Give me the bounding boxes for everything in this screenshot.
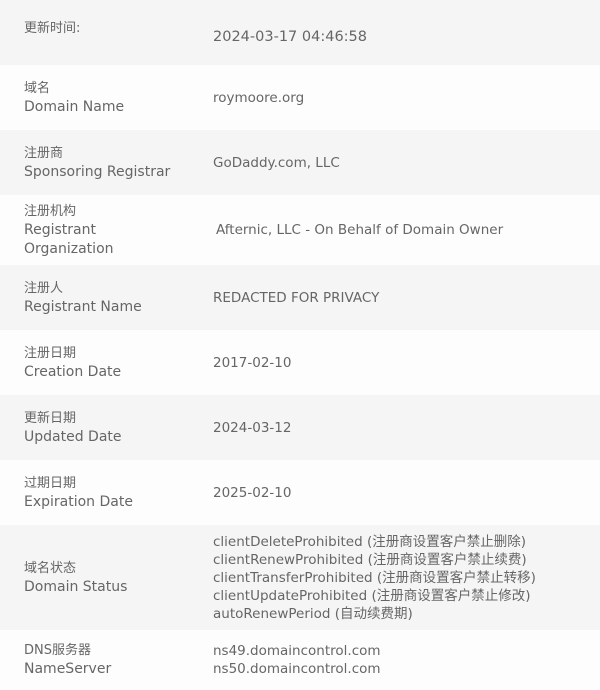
field-label: 过期日期 Expiration Date bbox=[24, 474, 213, 512]
row-expiration-date: 过期日期 Expiration Date 2025-02-10 bbox=[0, 460, 600, 525]
field-label: 注册日期 Creation Date bbox=[24, 344, 213, 382]
label-en: Domain Name bbox=[24, 98, 125, 115]
field-value: 2024-03-17 04:46:58 bbox=[213, 28, 367, 46]
value-line: clientUpdateProhibited (注册商设置客户禁止修改) bbox=[213, 587, 531, 604]
value-line: GoDaddy.com, LLC bbox=[213, 154, 340, 171]
field-value: Afternic, LLC - On Behalf of Domain Owne… bbox=[216, 221, 503, 239]
row-name-server: DNS服务器 NameServer ns49.domaincontrol.com ns… bbox=[0, 630, 600, 690]
label-en: Registrant Organization bbox=[24, 221, 114, 257]
row-registrant-name: 注册人 Registrant Name REDACTED FOR PRIVACY bbox=[0, 265, 600, 330]
field-label: 更新日期 Updated Date bbox=[24, 409, 213, 447]
whois-table: 更新时间: 2024-03-17 04:46:58 域名 Domain Name roy… bbox=[0, 0, 600, 690]
row-sponsoring-registrar: 注册商 Sponsoring Registrar GoDaddy.com, LLC bbox=[0, 130, 600, 195]
label-cn: DNS服务器 bbox=[24, 643, 91, 658]
field-label: 注册人 Registrant Name bbox=[24, 279, 213, 317]
value-line: clientRenewProhibited (注册商设置客户禁止续费) bbox=[213, 551, 527, 568]
row-registrant-organization: 注册机构 Registrant Organization Afternic, LLC… bbox=[0, 195, 600, 265]
field-label: 域名状态 Domain Status bbox=[24, 559, 213, 597]
value-line: 2017-02-10 bbox=[213, 354, 292, 371]
value-line: autoRenewPeriod (自动续费期) bbox=[213, 605, 413, 622]
field-label: 注册商 Sponsoring Registrar bbox=[24, 144, 213, 182]
field-value: ns49.domaincontrol.com ns50.domaincontrol… bbox=[213, 642, 381, 678]
label-cn: 注册机构 bbox=[24, 203, 77, 219]
value-line: Afternic, LLC - On Behalf of Domain Owne… bbox=[216, 222, 504, 238]
field-value: roymoore.org bbox=[213, 89, 304, 107]
field-value: REDACTED FOR PRIVACY bbox=[213, 289, 379, 307]
value-line: ns49.domaincontrol.com bbox=[213, 643, 381, 659]
field-value: 2024-03-12 bbox=[213, 419, 291, 437]
field-value: GoDaddy.com, LLC bbox=[213, 154, 340, 172]
row-domain-name: 域名 Domain Name roymoore.org bbox=[0, 65, 600, 130]
label-en: Expiration Date bbox=[24, 493, 133, 510]
label-en: Domain Status bbox=[24, 578, 128, 595]
field-label: DNS服务器 NameServer bbox=[24, 641, 213, 679]
label-cn: 注册人 bbox=[24, 280, 64, 296]
value-line: REDACTED FOR PRIVACY bbox=[213, 289, 380, 306]
field-value: 2025-02-10 bbox=[213, 484, 291, 502]
value-line: roymoore.org bbox=[213, 89, 305, 106]
row-updated-date: 更新日期 Updated Date 2024-03-12 bbox=[0, 395, 600, 460]
label-cn: 过期日期 bbox=[24, 475, 77, 491]
value-line: 2024-03-12 bbox=[213, 419, 292, 436]
label-en: Creation Date bbox=[24, 363, 122, 380]
label-cn: 域名状态 bbox=[24, 560, 77, 576]
label-cn: 注册日期 bbox=[24, 345, 77, 361]
label-en: NameServer bbox=[24, 661, 112, 677]
label-cn: 域名 bbox=[24, 80, 51, 96]
field-label: 注册机构 Registrant Organization bbox=[24, 202, 216, 259]
field-value: 2017-02-10 bbox=[213, 354, 291, 372]
field-label: 更新时间: bbox=[24, 21, 213, 38]
value-line: ns50.domaincontrol.com bbox=[213, 661, 381, 677]
field-value: clientDeleteProhibited (注册商设置客户禁止删除) clie… bbox=[213, 533, 536, 623]
label-cn: 更新时间: bbox=[24, 21, 81, 36]
row-creation-date: 注册日期 Creation Date 2017-02-10 bbox=[0, 330, 600, 395]
value-line: clientTransferProhibited (注册商设置客户禁止转移) bbox=[213, 569, 536, 586]
row-update-time: 更新时间: 2024-03-17 04:46:58 bbox=[0, 0, 600, 65]
label-en: Registrant Name bbox=[24, 298, 142, 315]
field-label: 域名 Domain Name bbox=[24, 79, 213, 117]
label-en: Sponsoring Registrar bbox=[24, 163, 171, 180]
label-en: Updated Date bbox=[24, 428, 122, 445]
label-cn: 更新日期 bbox=[24, 410, 77, 426]
value-line: 2024-03-17 04:46:58 bbox=[213, 28, 367, 45]
row-domain-status: 域名状态 Domain Status clientDeleteProhibited … bbox=[0, 525, 600, 630]
value-line: 2025-02-10 bbox=[213, 484, 292, 501]
value-line: clientDeleteProhibited (注册商设置客户禁止删除) bbox=[213, 533, 526, 550]
label-cn: 注册商 bbox=[24, 145, 64, 161]
